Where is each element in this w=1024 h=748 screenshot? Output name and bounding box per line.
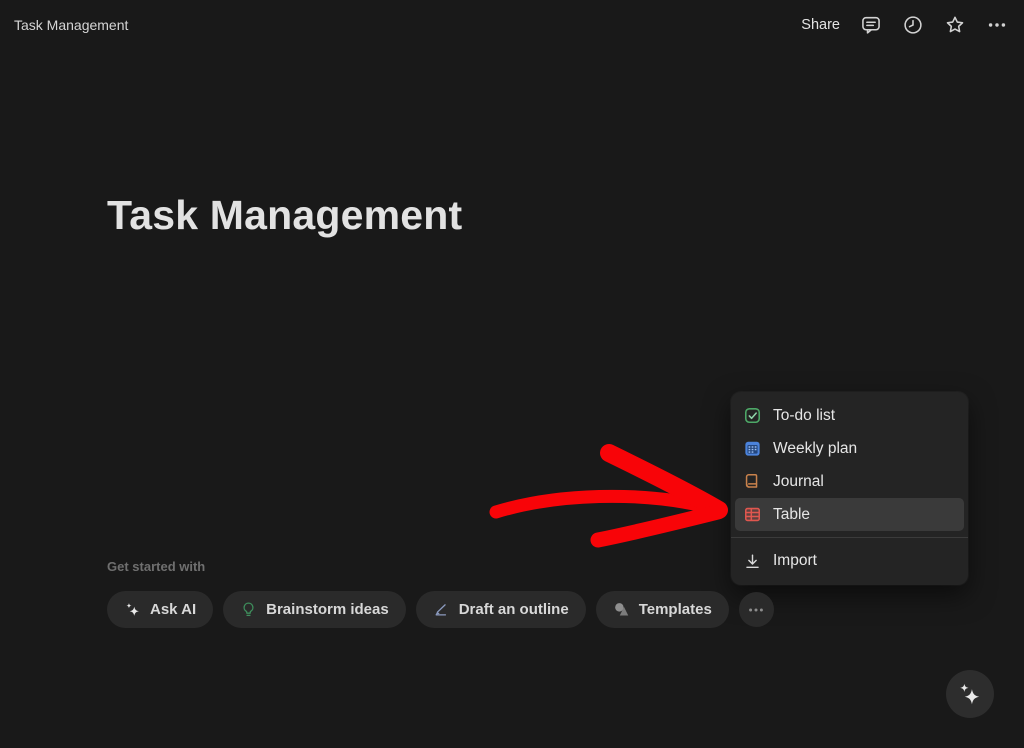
ai-sparkle-icon [124,601,141,618]
more-ellipsis-icon [746,600,766,620]
templates-button[interactable]: Templates [596,591,729,628]
ai-assistant-fab[interactable] [946,670,994,718]
ai-sparkles-icon [957,681,983,707]
brainstorm-ideas-label: Brainstorm ideas [266,601,389,618]
menu-item-label: Import [773,552,817,570]
comment-icon[interactable] [859,13,882,36]
topbar-actions: Share [801,13,1008,36]
menu-item-todo-list[interactable]: To-do list [735,399,964,432]
menu-item-weekly-plan[interactable]: Weekly plan [735,432,964,465]
templates-label: Templates [639,601,712,618]
star-icon[interactable] [943,13,966,36]
draft-outline-label: Draft an outline [459,601,569,618]
menu-item-label: Weekly plan [773,440,857,458]
more-actions-button[interactable] [739,592,774,627]
ask-ai-label: Ask AI [150,601,196,618]
ask-ai-button[interactable]: Ask AI [107,591,213,628]
menu-item-table[interactable]: Table [735,498,964,531]
quick-action-row: Ask AI Brainstorm ideas Draft an outline [107,591,774,628]
breadcrumb[interactable]: Task Management [14,17,128,33]
shapes-icon [613,601,630,618]
calendar-icon [743,439,762,458]
import-download-icon [743,552,762,571]
journal-book-icon [743,472,762,491]
red-arrow-annotation [480,435,732,555]
todo-checkbox-icon [743,406,762,425]
notion-dark-page: Task Management Share [0,0,1024,748]
top-bar: Task Management Share [0,0,1024,52]
menu-item-label: To-do list [773,407,835,425]
more-ellipsis-icon[interactable] [985,13,1008,36]
history-clock-icon[interactable] [901,13,924,36]
draft-outline-button[interactable]: Draft an outline [416,591,586,628]
menu-item-label: Journal [773,473,824,491]
menu-item-journal[interactable]: Journal [735,465,964,498]
block-type-menu: To-do list Weekly plan [731,392,968,585]
lightbulb-icon [240,601,257,618]
share-button[interactable]: Share [801,17,840,33]
get-started-label: Get started with [107,559,205,574]
table-icon [743,505,762,524]
brainstorm-ideas-button[interactable]: Brainstorm ideas [223,591,406,628]
menu-item-import[interactable]: Import [735,543,964,579]
menu-divider [731,537,968,538]
page-title[interactable]: Task Management [107,192,462,239]
menu-item-label: Table [773,506,810,524]
pencil-icon [433,601,450,618]
